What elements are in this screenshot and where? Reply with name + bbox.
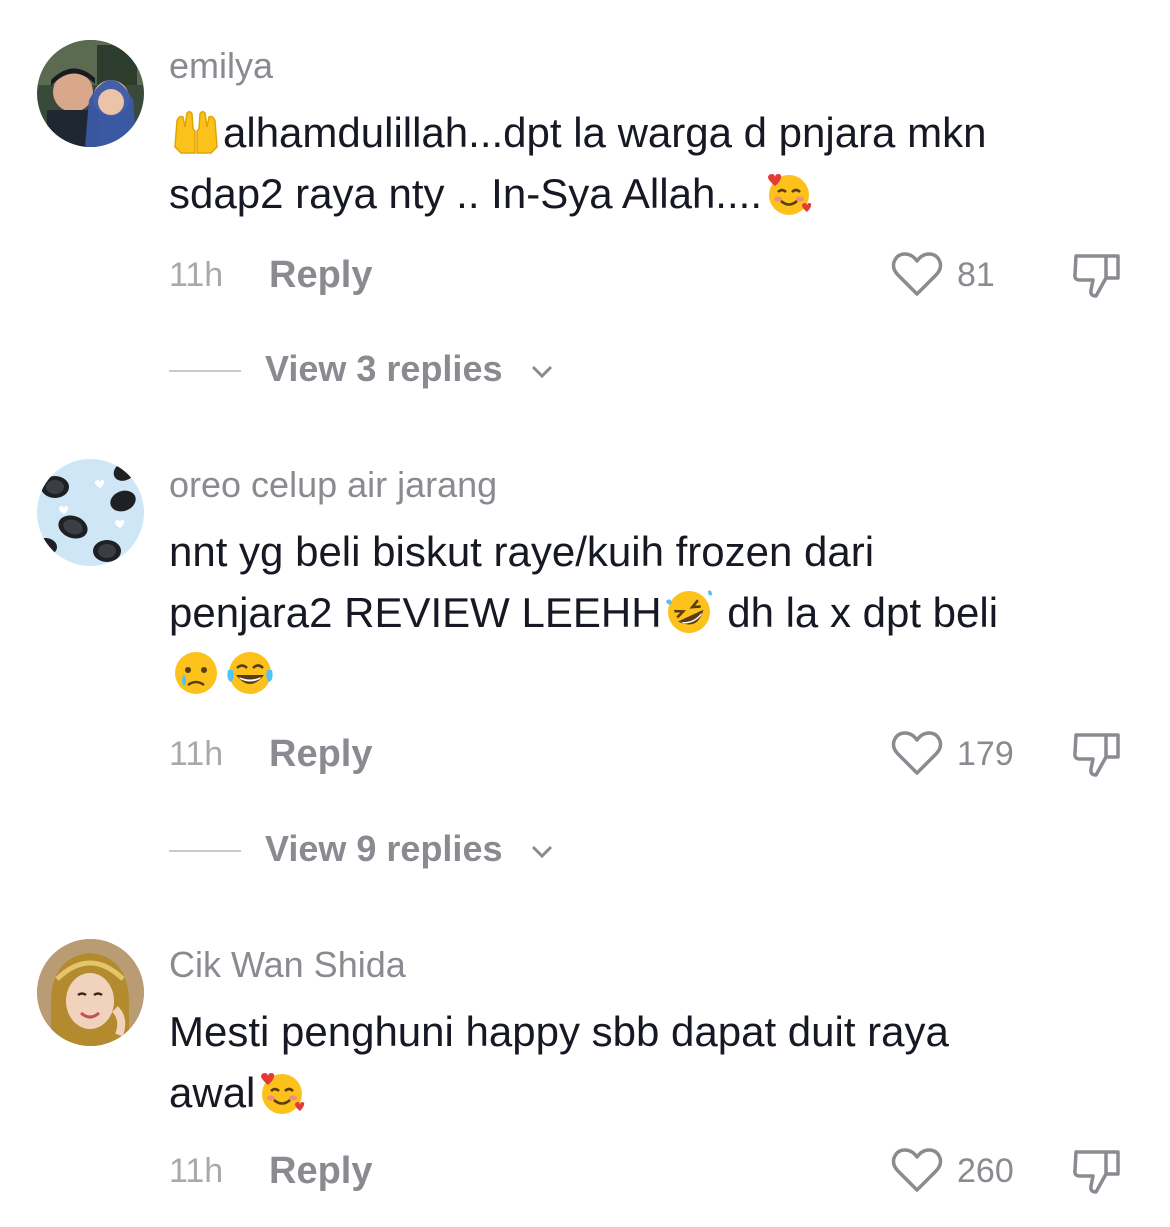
comment-meta: 11h Reply 81	[169, 250, 1124, 298]
avatar[interactable]	[37, 459, 144, 566]
crying-face-emoji	[171, 648, 221, 698]
comment-text-line2: penjara2 REVIEW LEEHH	[169, 589, 662, 636]
comment-text-line2: sdap2 raya nty .. In-Sya Allah....	[169, 170, 762, 217]
view-replies-button[interactable]: View 9 replies	[169, 828, 669, 872]
reply-button[interactable]: Reply	[269, 1150, 372, 1193]
comment-username[interactable]: Cik Wan Shida	[169, 945, 406, 985]
comment-text-line1: alhamdulillah...dpt la warga d pnjara mk…	[223, 109, 987, 156]
dislike-icon[interactable]	[1070, 729, 1124, 779]
comment-time: 11h	[169, 256, 224, 294]
comment-text: nnt yg beli biskut raye/kuih frozen dari…	[169, 521, 1129, 704]
comment-username[interactable]: emilya	[169, 46, 273, 86]
like-count: 260	[957, 1152, 1014, 1190]
comment-username[interactable]: oreo celup air jarang	[169, 465, 497, 505]
comment-meta: 11h Reply 260	[169, 1146, 1124, 1194]
comment-text: Mesti penghuni happy sbb dapat duit raya…	[169, 1001, 1129, 1123]
avatar[interactable]	[37, 40, 144, 147]
comment-meta: 11h Reply 179	[169, 729, 1124, 777]
heart-icon	[891, 1148, 943, 1192]
tears-of-joy-emoji	[225, 648, 275, 698]
comment-time: 11h	[169, 735, 224, 773]
like-count: 179	[957, 735, 1014, 773]
dislike-icon[interactable]	[1070, 1146, 1124, 1196]
chevron-down-icon	[531, 365, 553, 379]
comment-text-line2-end: dh la x dpt beli	[715, 589, 999, 636]
comment-text-line1: nnt yg beli biskut raye/kuih frozen dari	[169, 528, 875, 575]
view-replies-label: View 3 replies	[265, 348, 503, 389]
reply-button[interactable]: Reply	[269, 733, 372, 776]
dislike-icon[interactable]	[1070, 250, 1124, 300]
comment-text-line2: awal	[169, 1069, 256, 1116]
heart-icon	[891, 731, 943, 775]
comment-text-line1: Mesti penghuni happy sbb dapat duit raya	[169, 1008, 949, 1055]
divider	[169, 850, 241, 852]
raising-hands-emoji	[171, 107, 221, 157]
rolling-on-floor-laughing-emoji	[664, 587, 714, 637]
view-replies-button[interactable]: View 3 replies	[169, 348, 669, 392]
reply-button[interactable]: Reply	[269, 254, 372, 297]
like-count: 81	[957, 256, 995, 294]
smiling-face-with-hearts-emoji	[764, 168, 814, 218]
avatar[interactable]	[37, 939, 144, 1046]
view-replies-label: View 9 replies	[265, 828, 503, 869]
smiling-face-with-hearts-emoji	[257, 1067, 307, 1117]
comment-text: alhamdulillah...dpt la warga d pnjara mk…	[169, 102, 1129, 224]
heart-icon	[891, 252, 943, 296]
chevron-down-icon	[531, 845, 553, 859]
divider	[169, 370, 241, 372]
comment-time: 11h	[169, 1152, 224, 1190]
